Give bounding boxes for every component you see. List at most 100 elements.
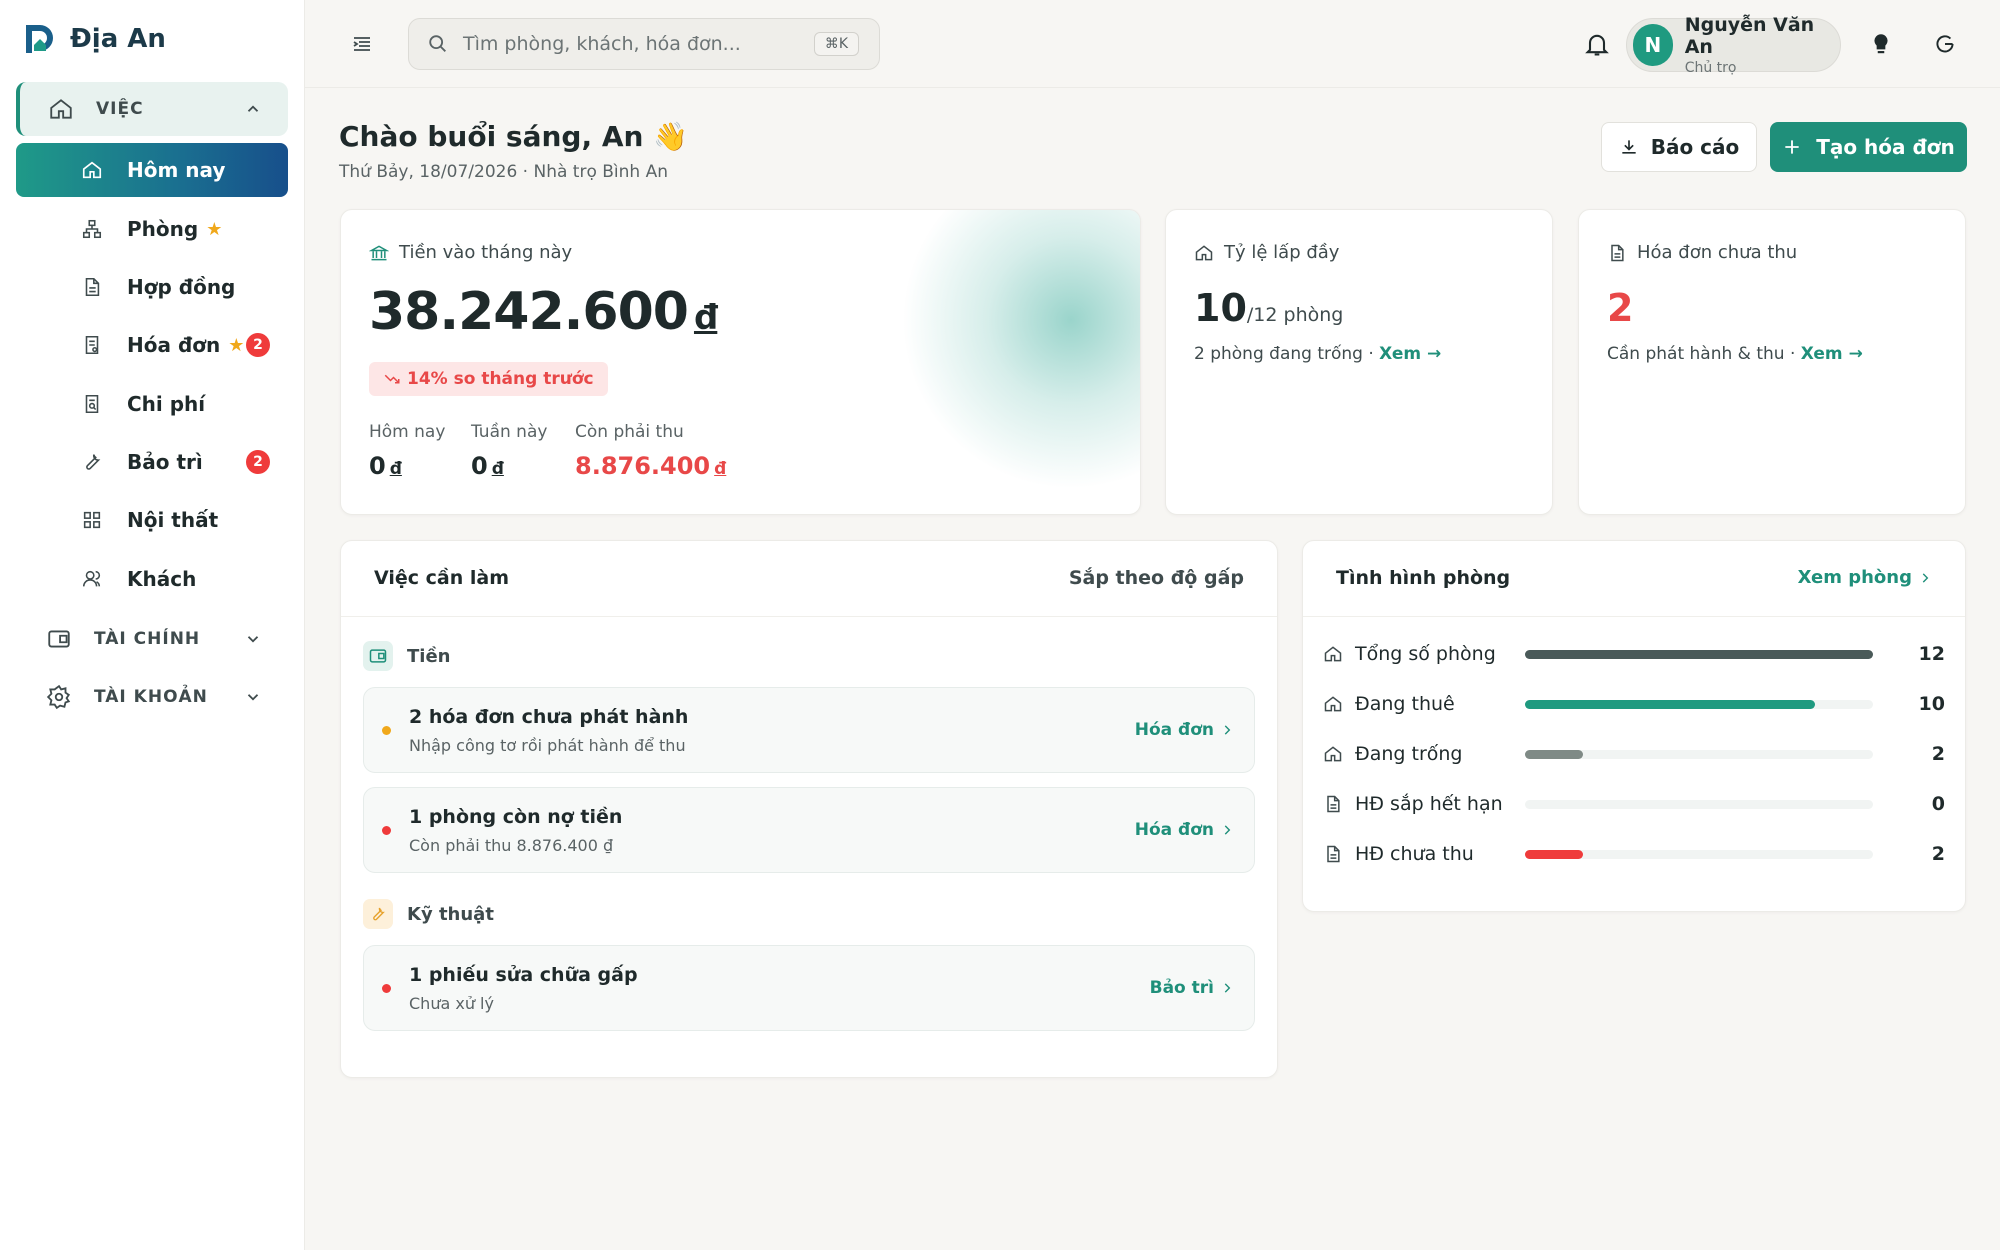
org-chart-icon [82,219,102,239]
section-label: TÀI CHÍNH [94,629,201,649]
task-link[interactable]: Hóa đơn [1135,720,1234,740]
task-item[interactable]: 1 phiếu sửa chữa gấp Chưa xử lý Bảo trì [363,945,1255,1031]
sidebar-item-phong[interactable]: Phòng ★ [16,202,288,256]
unpaid-invoice-card: Hóa đơn chưa thu 2 Cần phát hành & thu ·… [1578,209,1966,515]
bell-icon[interactable] [1583,30,1611,58]
view-rooms-link[interactable]: Xem phòng [1798,567,1932,588]
keyboard-shortcut: ⌘K [813,32,859,56]
row-value: 2 [1931,843,1945,865]
sidebar-item-bao-tri[interactable]: Bảo trì 2 [16,435,288,489]
stat-label: Còn phải thu [575,422,684,442]
page-title: Chào buổi sáng, An 👋 [339,120,689,153]
report-button-label: Báo cáo [1650,135,1740,159]
menu-toggle-icon[interactable] [350,32,374,56]
document-icon [85,277,100,297]
task-item[interactable]: 2 hóa đơn chưa phát hành Nhập công tơ rồ… [363,687,1255,773]
sidebar-item-noi-that[interactable]: Nội thất [16,493,288,547]
sort-by-urgency[interactable]: Sắp theo độ gấp [1069,567,1244,589]
room-status-header: Tình hình phòng Xem phòng [1303,541,1965,617]
currency-symbol: đ [693,298,718,338]
gear-icon [46,684,71,710]
sidebar-item-label: Hợp đồng [127,275,236,299]
occupancy-card: Tỷ lệ lấp đầy 10/12 phòng 2 phòng đang t… [1165,209,1553,515]
star-icon: ★ [206,218,223,240]
task-link[interactable]: Hóa đơn [1135,820,1234,840]
row-label: HĐ sắp hết hạn [1355,793,1503,815]
todo-card: Việc cần làm Sắp theo độ gấp Tiền 2 hóa … [340,540,1278,1078]
task-title: 1 phòng còn nợ tiền [409,806,623,828]
bank-icon [369,244,389,260]
room-status-row: HĐ chưa thu 2 [1323,839,1945,869]
task-title: 2 hóa đơn chưa phát hành [409,706,689,728]
occupancy-title: Tỷ lệ lấp đầy [1224,242,1340,263]
room-status-row: HĐ sắp hết hạn 0 [1323,789,1945,819]
progress-fill [1525,749,1584,759]
row-label: HĐ chưa thu [1355,843,1474,865]
top-bar: Tìm phòng, khách, hóa đơn... ⌘K N Nguyễn… [305,0,2000,88]
stat-number: 8.876.400 [575,452,711,480]
stat-label: Tuần này [471,422,548,442]
sidebar-item-label: Bảo trì [127,450,203,474]
task-subtitle: Nhập công tơ rồi phát hành để thu [409,736,686,755]
user-menu[interactable]: N Nguyễn Văn An Chủ trọ [1626,14,1841,76]
chevron-right-icon [1224,725,1231,735]
decorative-glow [901,210,1140,490]
trend-text: 14% so tháng trước [407,369,594,389]
sidebar-item-hoa-don[interactable]: Hóa đơn ★ 2 [16,318,288,372]
section-label: VIỆC [96,99,144,119]
section-viec[interactable]: VIỆC [16,82,288,136]
task-link-label: Hóa đơn [1134,720,1214,740]
unpaid-view-link[interactable]: Xem → [1801,344,1863,364]
task-subtitle: Chưa xử lý [409,994,494,1013]
wallet-icon [48,630,70,648]
revenue-title: Tiền vào tháng này [399,242,573,263]
sidebar: Địa An VIỆC Hôm nay Phòng ★ Hợp đồng Hóa… [0,0,305,1250]
revenue-card: Tiền vào tháng này 38.242.600 đ 14% so th… [340,209,1141,515]
group-tech: Kỹ thuật [363,899,494,929]
star-icon: ★ [228,334,245,356]
stat-value: 0đ [471,452,547,480]
report-button[interactable]: Báo cáo [1601,122,1757,172]
create-invoice-button[interactable]: Tạo hóa đơn [1770,122,1967,172]
currency-symbol: đ [491,459,504,479]
task-link[interactable]: Bảo trì [1150,978,1234,998]
task-link-label: Hóa đơn [1134,820,1214,840]
lightbulb-icon[interactable] [1868,31,1894,57]
document-icon [1327,795,1340,813]
stat-today: Hôm nay 0đ [369,422,445,480]
search-input[interactable]: Tìm phòng, khách, hóa đơn... ⌘K [408,18,880,70]
row-label: Tổng số phòng [1355,643,1496,665]
section-tai-khoan[interactable]: TÀI KHOẢN [16,670,288,724]
sidebar-item-hop-dong[interactable]: Hợp đồng [16,260,288,314]
avatar: N [1633,24,1673,66]
progress-track [1525,849,1873,859]
progress-fill [1525,699,1815,709]
user-name: Nguyễn Văn An [1684,14,1815,58]
currency-symbol: đ [389,459,402,479]
revenue-amount: 38.242.600 đ [369,282,718,342]
row-value: 10 [1918,693,1945,715]
chevron-up-icon [247,105,259,112]
stat-number: 0 [369,452,386,480]
document-icon [1327,845,1340,863]
app-logo[interactable]: Địa An [22,20,166,58]
count-badge: 2 [246,450,270,474]
sidebar-item-chi-phi[interactable]: Chi phí [16,377,288,431]
home-icon [82,161,102,179]
group-label: Kỹ thuật [407,903,494,925]
sidebar-item-hom-nay[interactable]: Hôm nay [16,143,288,197]
room-status-title: Tình hình phòng [1336,567,1511,589]
room-status-row: Đang trống 2 [1323,739,1945,769]
invoice-icon [85,335,99,355]
section-tai-chinh[interactable]: TÀI CHÍNH [16,612,288,666]
unpaid-title: Hóa đơn chưa thu [1637,242,1798,263]
task-item[interactable]: 1 phòng còn nợ tiền Còn phải thu 8.876.4… [363,787,1255,873]
occupancy-view-link[interactable]: Xem → [1379,344,1441,364]
group-label: Tiền [407,645,451,667]
row-label: Đang thuê [1355,693,1455,715]
sidebar-item-khach[interactable]: Khách [16,552,288,606]
unpaid-note-text: Cần phát hành & thu · [1607,344,1801,364]
status-dot [382,826,391,835]
refresh-icon[interactable] [1932,31,1958,57]
chevron-right-icon [1922,572,1929,583]
